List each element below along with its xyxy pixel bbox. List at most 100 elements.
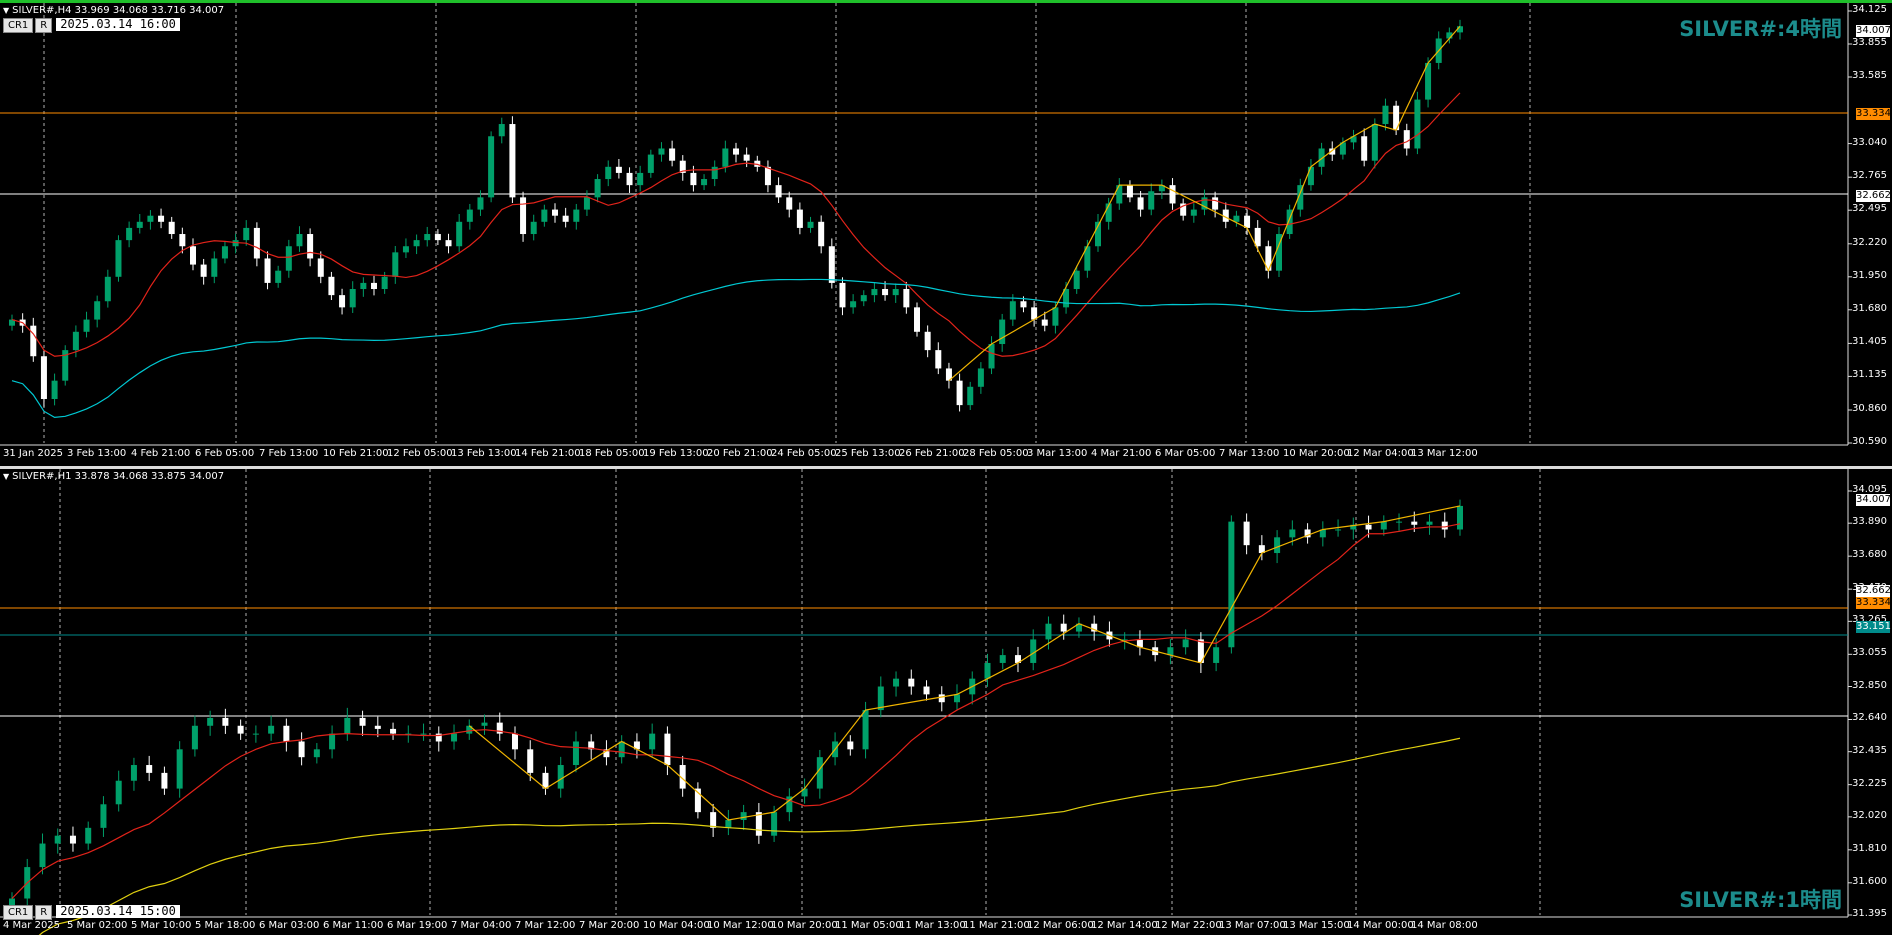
- top-candle-body: [424, 234, 431, 241]
- x-tick-label: 10 Mar 20:00: [1283, 448, 1350, 459]
- bottom-candle-body: [39, 843, 46, 868]
- top-candle-body: [828, 246, 835, 283]
- bottom-candle-body: [999, 655, 1006, 663]
- y-tick-label: 31.600: [1852, 875, 1887, 887]
- bottom-candle-body: [557, 765, 564, 789]
- top-candle-body: [243, 227, 250, 241]
- bottom-candle-body: [1289, 529, 1296, 538]
- bottom-ma-slow-line: [38, 737, 1461, 935]
- bottom-candle-body: [420, 733, 427, 735]
- bottom-candle-body: [1045, 623, 1052, 640]
- bottom-candle-body: [344, 717, 351, 734]
- x-tick-label: 5 Mar 02:00: [67, 920, 128, 931]
- r-badge[interactable]: R: [35, 18, 53, 33]
- h1-chart-canvas[interactable]: [0, 469, 1892, 935]
- x-tick-label: 24 Feb 05:00: [771, 448, 837, 459]
- collapse-triangle-icon[interactable]: ▼: [3, 472, 9, 481]
- top-candle-body: [1244, 215, 1251, 228]
- bottom-candle-body: [618, 741, 625, 758]
- bottom-candle-body: [1457, 505, 1463, 530]
- bottom-candle-body: [359, 717, 366, 726]
- top-candle-body: [83, 319, 90, 332]
- x-tick-label: 12 Mar 04:00: [1347, 448, 1414, 459]
- top-candle-body: [402, 246, 409, 253]
- top-candle-body: [498, 124, 505, 137]
- x-tick-label: 11 Mar 13:00: [899, 920, 966, 931]
- cr-badge[interactable]: CR1: [3, 18, 34, 33]
- x-tick-label: 10 Feb 21:00: [323, 448, 389, 459]
- x-tick-label: 31 Jan 2025: [3, 448, 63, 459]
- bottom-candle-body: [374, 725, 381, 729]
- top-candle-body: [158, 215, 165, 222]
- top-candle-body: [605, 166, 612, 180]
- x-tick-label: 13 Feb 13:00: [451, 448, 517, 459]
- top-candle-body: [434, 234, 441, 241]
- y-tick-label: 32.220: [1852, 236, 1887, 248]
- bottom-candle-body: [893, 678, 900, 687]
- bottom-candle-body: [390, 728, 397, 734]
- y-tick-label: 32.765: [1852, 170, 1887, 182]
- y-tick-label: 32.225: [1852, 777, 1887, 789]
- y-tick-label: 31.135: [1852, 369, 1887, 381]
- top-candle-body: [647, 154, 654, 173]
- top-candle-body: [30, 325, 37, 357]
- top-candle-body: [1190, 209, 1197, 216]
- bottom-candle-body: [252, 733, 259, 735]
- bottom-candle-body: [54, 835, 61, 844]
- top-candle-body: [371, 282, 377, 290]
- bottom-candle-body: [862, 710, 869, 750]
- top-candle-body: [94, 301, 101, 320]
- top-candle-body: [882, 289, 889, 296]
- h4-white-level-tag: 32.662: [1856, 190, 1891, 202]
- top-candle-body: [1137, 197, 1144, 210]
- bottom-candle-body: [1426, 521, 1433, 525]
- top-candle-body: [690, 172, 697, 186]
- y-tick-label: 30.590: [1852, 436, 1887, 447]
- y-tick-label: 31.680: [1852, 302, 1887, 314]
- bottom-candle-body: [938, 694, 945, 703]
- y-tick-label: 33.890: [1852, 516, 1887, 528]
- x-tick-label: 25 Feb 13:00: [835, 448, 901, 459]
- top-candle-body: [1073, 270, 1080, 290]
- top-candle-body: [999, 319, 1006, 345]
- top-candle-body: [956, 380, 963, 406]
- h1-chart-pane[interactable]: ▼ SILVER#,H1 33.878 34.068 33.875 34.007 …: [0, 469, 1892, 935]
- x-tick-label: 5 Mar 18:00: [195, 920, 256, 931]
- bottom-candle-body: [1243, 521, 1250, 546]
- bottom-candle-body: [984, 662, 991, 679]
- bottom-candle-body: [572, 741, 579, 766]
- bottom-zigzag-line: [468, 505, 1461, 821]
- top-candle-body: [381, 276, 388, 290]
- x-tick-label: 10 Mar 20:00: [771, 920, 838, 931]
- collapse-triangle-icon[interactable]: ▼: [3, 6, 9, 15]
- bottom-candle-body: [451, 733, 458, 742]
- top-candle-body: [456, 221, 463, 247]
- top-candle-body: [1403, 130, 1410, 149]
- top-candle-body: [51, 380, 58, 400]
- top-candle-body: [1041, 319, 1048, 326]
- top-candle-body: [275, 270, 282, 283]
- cr-badge[interactable]: CR1: [3, 905, 34, 920]
- x-tick-label: 6 Mar 11:00: [323, 920, 384, 931]
- h4-chart-canvas[interactable]: [0, 3, 1892, 469]
- top-candle-body: [200, 264, 207, 277]
- top-candle-body: [1052, 307, 1059, 326]
- top-candle-body: [1212, 197, 1219, 210]
- top-candle-body: [711, 166, 718, 180]
- top-candle-body: [509, 124, 516, 198]
- r-badge[interactable]: R: [35, 905, 53, 920]
- bottom-candle-body: [954, 694, 961, 703]
- h1-corner-label: SILVER#:1時間: [1679, 888, 1842, 912]
- top-ma-fast-line: [11, 92, 1461, 357]
- bottom-candle-body: [69, 835, 76, 844]
- bottom-candle-body: [816, 757, 823, 789]
- h4-chart-pane[interactable]: ▼ SILVER#,H4 33.969 34.068 33.716 34.007 …: [0, 0, 1892, 469]
- bottom-candle-body: [115, 780, 122, 805]
- top-candle-body: [615, 166, 622, 173]
- top-candle-body: [839, 282, 846, 308]
- x-tick-label: 18 Feb 05:00: [579, 448, 645, 459]
- h1-orange-level-tag: 33.334: [1856, 597, 1891, 609]
- top-candle-body: [658, 148, 665, 155]
- top-candle-body: [190, 246, 196, 265]
- y-tick-label: 33.680: [1852, 549, 1887, 561]
